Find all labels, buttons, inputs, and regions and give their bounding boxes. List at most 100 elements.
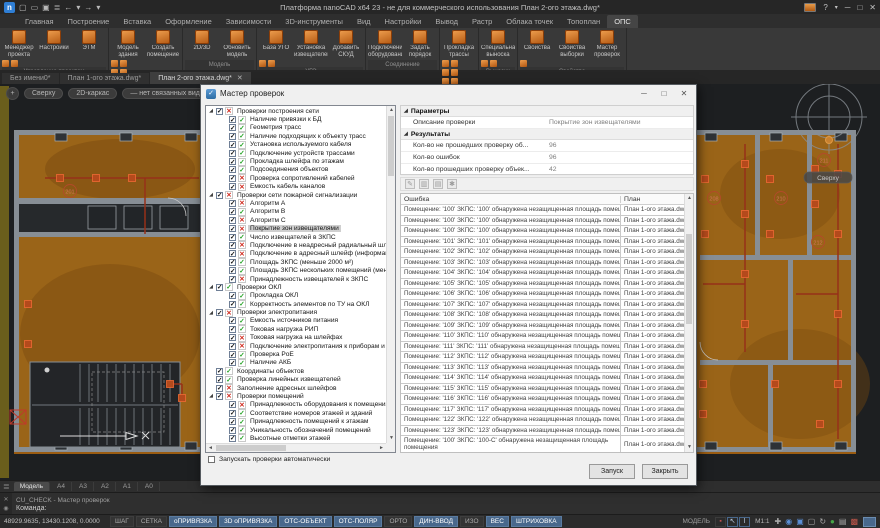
check-enabled-checkbox[interactable] [216,309,223,316]
check-tree-item[interactable]: Токовая нагрузка РИП [206,325,386,333]
menu-tab-oblaka[interactable]: Облака точек [499,15,560,28]
check-tree-item[interactable]: Уникальность обозначений помещений [206,426,386,434]
run-button[interactable]: Запуск [589,464,635,479]
check-tree-item[interactable]: Алгоритм B [206,208,386,216]
mini-icon[interactable] [490,60,497,67]
check-tree-item[interactable]: Корректность элементов по ТУ на ОКЛ [206,300,386,308]
check-enabled-checkbox[interactable] [229,359,236,366]
check-enabled-checkbox[interactable] [229,158,236,165]
check-tree-item[interactable]: Высотные отметки этажей [206,434,386,442]
menu-tab-vyvod[interactable]: Вывод [428,15,465,28]
check-enabled-checkbox[interactable] [229,116,236,123]
ribbon-button[interactable]: Создать помещение [146,29,180,58]
check-enabled-checkbox[interactable] [229,292,236,299]
error-table-row[interactable]: Помещение: '106' ЗКПС: '106' обнаружена … [401,289,684,300]
new-file-icon[interactable]: ▢ [18,2,28,13]
ribbon-button[interactable]: База УГО [259,29,293,58]
document-tab[interactable]: Без имени0* [2,73,59,84]
error-table-row[interactable]: Помещение: '100' ЗКПС: '100' обнаружена … [401,216,684,227]
error-table-row[interactable]: Помещение: '114' ЗКПС: '114' обнаружена … [401,373,684,384]
check-enabled-checkbox[interactable] [229,234,236,241]
check-tree-item[interactable]: Принадлежность оборудования к помещениям [206,401,386,409]
check-enabled-checkbox[interactable] [216,284,223,291]
check-tree-item[interactable]: Прокладка ОКЛ [206,292,386,300]
results-toolbar-icon[interactable]: ✱ [447,179,457,189]
check-tree-item[interactable]: Проверка сопротивлений кабелей [206,174,386,182]
ribbon-button[interactable]: Свойства [520,29,554,58]
overlap-icon[interactable]: ▩ [850,517,858,526]
mini-icon[interactable] [111,60,118,67]
layout-tab-a3[interactable]: A3 [73,482,94,491]
zoom-icon[interactable]: ◉ [785,517,792,526]
check-tree-item[interactable]: Соответствие номеров этажей и зданий [206,409,386,417]
error-table-row[interactable]: Помещение: '110' ЗКПС: '110' обнаружена … [401,331,684,342]
check-enabled-checkbox[interactable] [229,242,236,249]
layout-tab-a0[interactable]: A0 [139,482,160,491]
check-enabled-checkbox[interactable] [229,200,236,207]
help-caret-icon[interactable]: ▾ [835,4,838,11]
toggle-izo[interactable]: ИЗО [460,516,484,527]
snap-marker-icon[interactable]: ▪ [715,517,726,527]
menu-tab-nastroyki[interactable]: Настройки [378,15,429,28]
check-enabled-checkbox[interactable] [216,368,223,375]
check-tree-item[interactable]: Токовая нагрузка на шлейфах [206,334,386,342]
print-icon[interactable]: ≣ [53,2,62,13]
save-icon[interactable]: ▣ [41,2,51,13]
check-tree-item[interactable]: Алгоритм C [206,216,386,224]
auto-run-checkbox[interactable] [208,456,215,463]
check-tree-item[interactable]: Число извещателей в ЗКПС [206,233,386,241]
property-row[interactable]: Кол-во ошибок 96 [401,152,693,164]
toggle-osnap[interactable]: оПРИВЯЗКА [169,516,217,527]
check-tree-item[interactable]: Емкость кабель каналов [206,183,386,191]
space-indicator[interactable]: МОДЕЛЬ [682,518,710,525]
maximize-button[interactable]: □ [857,3,862,12]
ribbon-button[interactable]: Свойства выборки [555,29,589,58]
ribbon-button[interactable]: Модель здания [111,29,145,58]
check-enabled-checkbox[interactable] [229,343,236,350]
error-table-row[interactable]: Помещение: '111' ЗКПС: '111' обнаружена … [401,342,684,353]
expand-arrow-icon[interactable] [208,393,214,399]
check-tree-item[interactable]: Проверка линейных извещателей [206,376,386,384]
check-tree-item[interactable]: Подключение устройств трассами [206,149,386,157]
zoom-window-icon[interactable]: ▢ [808,517,816,526]
error-table-row[interactable]: Помещение: '100' ЗКПС: '100-С' обнаружен… [401,436,684,452]
check-tree-item[interactable]: Прокладка шлейфа по этажам [206,157,386,165]
check-tree-item[interactable]: Подключение электропитания к приборам и … [206,342,386,350]
ribbon-button[interactable]: Настройки [37,29,71,58]
check-tree-item[interactable]: Емкость источников питания [206,317,386,325]
check-enabled-checkbox[interactable] [229,418,236,425]
expand-arrow-icon[interactable] [208,108,214,114]
menu-tab-topoplan[interactable]: Топоплан [560,15,607,28]
dialog-maximize-button[interactable]: □ [654,86,674,101]
session-icon[interactable] [804,3,816,12]
check-enabled-checkbox[interactable] [229,259,236,266]
error-table-row[interactable]: Помещение: '112' ЗКПС: '112' обнаружена … [401,352,684,363]
error-table-row[interactable]: Помещение: '101' ЗКПС: '101' обнаружена … [401,237,684,248]
expand-arrow-icon[interactable] [208,310,214,316]
check-tree-item[interactable]: Алгоритм A [206,199,386,207]
check-enabled-checkbox[interactable] [229,301,236,308]
options-cmd-icon[interactable]: ◉ [3,505,8,512]
error-table-row[interactable]: Помещение: '116' ЗКПС: '116' обнаружена … [401,394,684,405]
ribbon-button[interactable]: ЭТМ [72,29,106,58]
error-table-row[interactable]: Помещение: '105' ЗКПС: '105' обнаружена … [401,279,684,290]
menu-tab-ops[interactable]: ОПС [607,15,638,28]
ribbon-button[interactable]: Подключение оборудования [368,29,402,58]
ribbon-button[interactable]: Установка извещателей [294,29,328,58]
menu-tab-rastr[interactable]: Растр [465,15,499,28]
check-enabled-checkbox[interactable] [229,326,236,333]
layout-tab-a2[interactable]: A2 [95,482,116,491]
property-row[interactable]: Описание проверки Покрытие зон извещател… [401,117,693,129]
menu-tab-postroenie[interactable]: Построение [61,15,117,28]
command-prompt[interactable]: Команда: [12,504,880,514]
params-header[interactable]: Параметры [401,106,693,117]
mini-icon[interactable] [520,60,527,67]
ribbon-button[interactable]: 2D/3D [185,29,219,58]
expand-arrow-icon[interactable] [208,284,214,290]
error-table-row[interactable]: Помещение: '115' ЗКПС: '115' обнаружена … [401,384,684,395]
redo-caret-icon[interactable]: ▾ [95,2,101,13]
results-header[interactable]: Результаты [401,129,693,140]
check-enabled-checkbox[interactable] [229,217,236,224]
close-dialog-button[interactable]: Закрыть [642,464,688,479]
check-enabled-checkbox[interactable] [229,141,236,148]
